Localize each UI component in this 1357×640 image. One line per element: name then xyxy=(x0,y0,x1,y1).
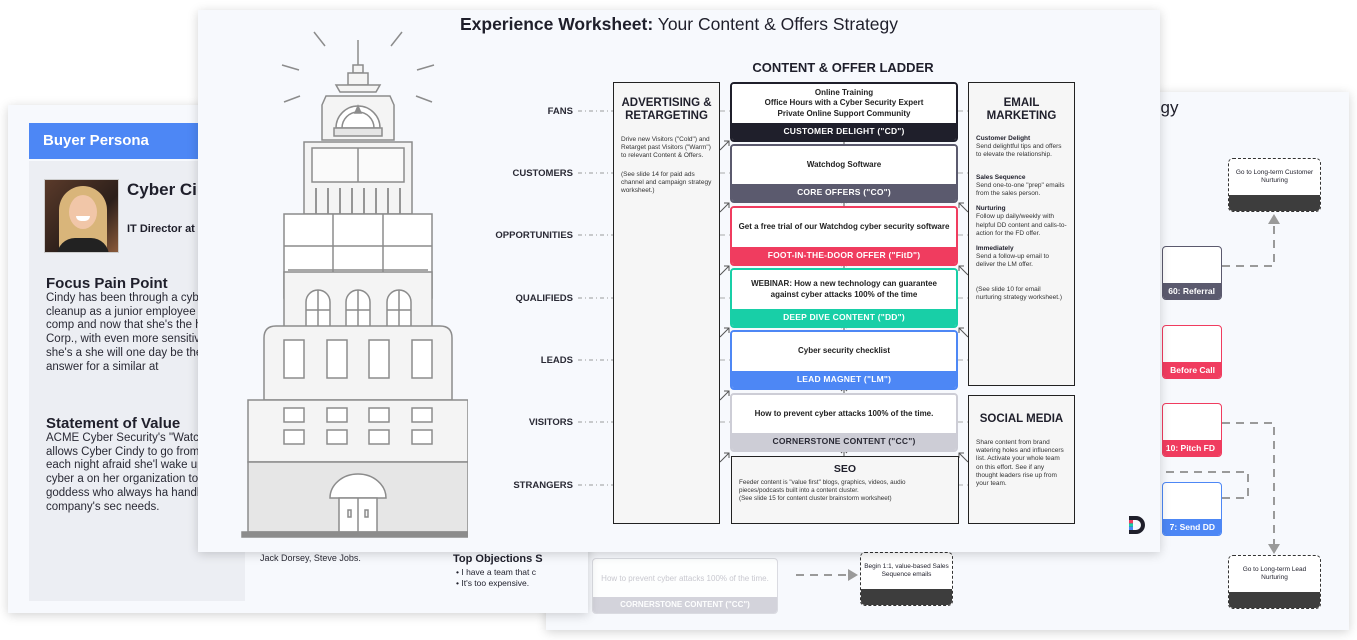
persona-role: IT Director at xyxy=(127,223,195,235)
brand-logo-icon xyxy=(1129,516,1145,534)
sales-sequence-box[interactable]: Begin 1:1, value-based Sales Sequence em… xyxy=(860,552,953,606)
social-text: Share content from brand watering holes … xyxy=(976,439,1064,488)
advertising-text: Drive new Visitors ("Cold") and Retarget… xyxy=(621,136,711,160)
long-term-customer-nurturing-box[interactable]: Go to Long-term Customer Nurturing xyxy=(1228,158,1321,212)
long-term-lead-nurturing-box[interactable]: Go to Long-term Lead Nurturing xyxy=(1228,555,1321,609)
seo-box[interactable]: SEO Feeder content is "value first" blog… xyxy=(731,456,959,524)
persona-avatar xyxy=(44,179,119,253)
email-marketing-box[interactable]: EMAIL MARKETING Customer Delight Send de… xyxy=(968,82,1075,386)
social-media-box[interactable]: SOCIAL MEDIA Share content from brand wa… xyxy=(968,395,1075,524)
rung-content: Watchdog Software xyxy=(732,146,956,184)
email-item-title: Immediately xyxy=(976,245,1014,253)
nurture-card-referral[interactable]: 60: Referral xyxy=(1162,246,1222,300)
seo-text: Feeder content is "value first" blogs, g… xyxy=(739,479,906,502)
nurture-card-before-call[interactable]: Before Call xyxy=(1162,325,1222,379)
rung-content: How to prevent cyber attacks 100% of the… xyxy=(732,395,956,433)
seo-heading: SEO xyxy=(833,463,857,475)
arrowhead-down xyxy=(1268,544,1280,554)
rung-content: WEBINAR: How a new technology can guaran… xyxy=(732,270,956,309)
connector-referral-to-customer-nurturing xyxy=(1222,220,1275,267)
objections-list: I have a team that c It's too expensive. xyxy=(456,567,536,589)
email-item-text: Send one-to-one "prep" emails from the s… xyxy=(976,181,1065,198)
email-item-title: Sales Sequence xyxy=(976,173,1026,181)
advertising-footnote: (See slide 14 for paid ads channel and c… xyxy=(621,170,712,195)
rung-core-offers[interactable]: Watchdog Software CORE OFFERS ("CO") xyxy=(730,144,958,203)
rung-label: LEAD MAGNET ("LM") xyxy=(732,371,956,388)
nurture-card-pitch-fd[interactable]: 10: Pitch FD xyxy=(1162,403,1222,457)
rung-label: CORE OFFERS ("CO") xyxy=(732,184,956,201)
objections-heading: Top Objections S xyxy=(453,553,543,565)
email-item-text: Follow up daily/weekly with helpful DD c… xyxy=(976,213,1067,237)
rung-cornerstone[interactable]: How to prevent cyber attacks 100% of the… xyxy=(730,393,958,452)
cornerstone-ghost-card: How to prevent cyber attacks 100% of the… xyxy=(592,558,778,614)
email-item-title: Customer Delight xyxy=(976,135,1031,142)
rung-label: CUSTOMER DELIGHT ("CD") xyxy=(732,123,956,140)
pain-point-heading: Focus Pain Point xyxy=(46,275,168,292)
persona-header: Buyer Persona xyxy=(29,123,219,159)
nurture-card-send-dd[interactable]: 7: Send DD xyxy=(1162,482,1222,536)
objection-item: I have a team that c xyxy=(456,567,536,578)
objection-item: It's too expensive. xyxy=(456,578,536,589)
influencers-text: Jack Dorsey, Steve Jobs. xyxy=(260,553,361,563)
connector-pitch-to-lead-nurturing xyxy=(1222,422,1275,545)
email-item-text: Send a follow-up email to deliver the LM… xyxy=(976,253,1049,269)
rung-label: FOOT-IN-THE-DOOR OFFER ("FitD") xyxy=(732,247,956,264)
email-item-text: Send delightful tips and offers to eleva… xyxy=(976,143,1062,159)
rung-customer-delight[interactable]: Online Training Office Hours with a Cybe… xyxy=(730,82,958,142)
advertising-retargeting-box[interactable]: ADVERTISING & RETARGETING Drive new Visi… xyxy=(613,82,720,524)
rung-foot-in-the-door[interactable]: Get a free trial of our Watchdog cyber s… xyxy=(730,206,958,266)
experience-worksheet-slide[interactable]: Experience Worksheet: Your Content & Off… xyxy=(198,10,1160,552)
email-item-title: Nurturing xyxy=(976,205,1006,213)
social-heading: SOCIAL MEDIA xyxy=(979,413,1064,425)
rung-content: Get a free trial of our Watchdog cyber s… xyxy=(732,208,956,247)
rung-label: DEEP DIVE CONTENT ("DD") xyxy=(732,309,956,326)
email-footnote: (See slide 10 for email nurturing strate… xyxy=(976,285,1062,301)
value-heading: Statement of Value xyxy=(46,415,181,432)
rung-label: CORNERSTONE CONTENT ("CC") xyxy=(732,433,956,450)
rung-content: Cyber security checklist xyxy=(732,332,956,371)
email-heading: EMAIL MARKETING xyxy=(986,97,1057,122)
rung-lead-magnet[interactable]: Cyber security checklist LEAD MAGNET ("L… xyxy=(730,330,958,390)
arrowhead-up xyxy=(1268,214,1280,224)
rung-deep-dive[interactable]: WEBINAR: How a new technology can guaran… xyxy=(730,268,958,328)
arrowhead-right xyxy=(848,569,858,581)
advertising-heading: ADVERTISING & RETARGETING xyxy=(621,97,712,122)
rung-content: Online Training Office Hours with a Cybe… xyxy=(732,84,956,123)
